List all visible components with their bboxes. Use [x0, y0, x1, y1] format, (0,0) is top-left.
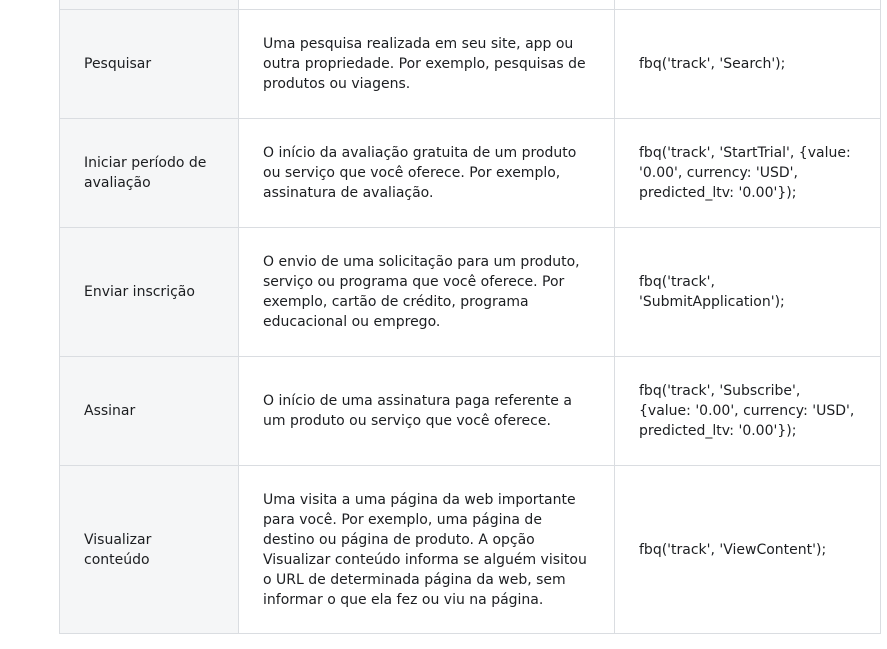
event-code: fbq('track', 'SubmitApplication'); [614, 227, 881, 357]
event-code: fbq('track', 'ViewContent'); [614, 465, 881, 634]
event-code: fbq('track', 'StartTrial', {value: '0.00… [614, 118, 881, 228]
event-name-cell [59, 0, 239, 10]
event-description: O envio de uma solicitação para um produ… [238, 227, 615, 357]
table-row: Visualizar conteúdo Uma visita a uma pág… [59, 465, 881, 634]
event-name: Enviar inscrição [59, 227, 239, 357]
event-name: Assinar [59, 356, 239, 466]
event-name: Visualizar conteúdo [59, 465, 239, 634]
event-name: Iniciar período de avaliação [59, 118, 239, 228]
event-description-cell [238, 0, 615, 10]
table-row: Pesquisar Uma pesquisa realizada em seu … [59, 9, 881, 119]
event-description: O início de uma assinatura paga referent… [238, 356, 615, 466]
table-row: Iniciar período de avaliação O início da… [59, 118, 881, 228]
standard-events-table: Pesquisar Uma pesquisa realizada em seu … [59, 0, 881, 634]
event-code: fbq('track', 'Search'); [614, 9, 881, 119]
event-description: O início da avaliação gratuita de um pro… [238, 118, 615, 228]
table-row: Assinar O início de uma assinatura paga … [59, 356, 881, 466]
event-description: Uma visita a uma página da web important… [238, 465, 615, 634]
event-code-cell [614, 0, 881, 10]
event-name: Pesquisar [59, 9, 239, 119]
event-code: fbq('track', 'Subscribe', {value: '0.00'… [614, 356, 881, 466]
table-row: Enviar inscrição O envio de uma solicita… [59, 227, 881, 357]
event-description: Uma pesquisa realizada em seu site, app … [238, 9, 615, 119]
table-row-partial [59, 0, 881, 10]
